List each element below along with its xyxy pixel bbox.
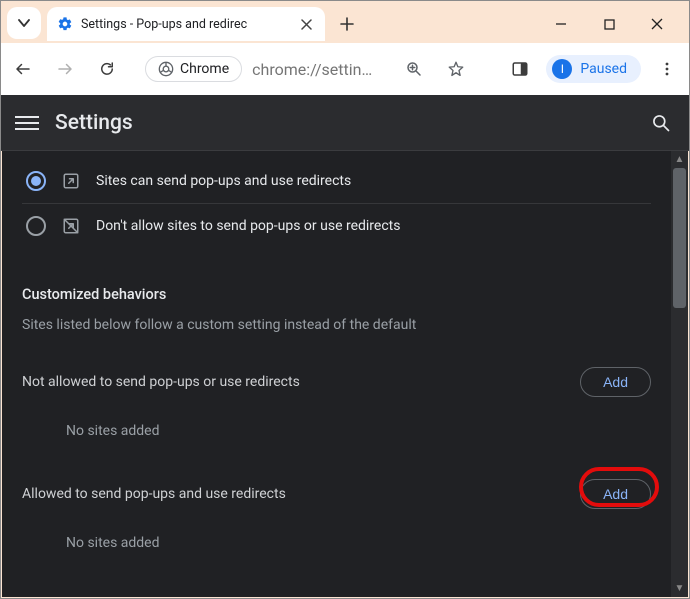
add-allowed-button[interactable]: Add (580, 479, 651, 509)
popup-open-icon (62, 172, 80, 190)
side-panel-button[interactable] (504, 53, 536, 85)
titlebar: Settings - Pop-ups and redirec (1, 1, 689, 43)
not-allowed-row: Not allowed to send pop-ups or use redir… (22, 359, 651, 405)
scroll-down-arrow[interactable]: ▼ (671, 580, 688, 597)
scrollbar[interactable]: ▲ ▼ (671, 151, 688, 597)
tab-search-button[interactable] (7, 7, 41, 39)
settings-search-button[interactable] (647, 109, 675, 137)
radio-icon-selected (26, 171, 46, 191)
settings-viewport: Sites can send pop-ups and use redirects… (2, 151, 688, 597)
add-not-allowed-button[interactable]: Add (580, 367, 651, 397)
browser-toolbar: Chrome chrome://settin… I Paused (1, 43, 689, 95)
chrome-chip-label: Chrome (180, 61, 229, 77)
customized-behaviors-sub: Sites listed below follow a custom setti… (22, 317, 651, 333)
profile-paused-pill[interactable]: I Paused (546, 55, 641, 83)
paused-label: Paused (580, 61, 627, 77)
avatar: I (552, 59, 572, 79)
settings-header: Settings (1, 95, 689, 151)
radio-icon-unselected (26, 216, 46, 236)
scroll-thumb[interactable] (673, 168, 686, 308)
allowed-row: Allowed to send pop-ups and use redirect… (22, 471, 651, 517)
popup-blocked-icon (62, 217, 80, 235)
address-bar-url[interactable]: chrome://settin… (252, 60, 388, 79)
scroll-up-arrow[interactable]: ▲ (671, 151, 688, 168)
window-maximize-button[interactable] (587, 9, 631, 39)
not-allowed-empty: No sites added (22, 405, 651, 457)
forward-button[interactable] (49, 53, 81, 85)
tab-title: Settings - Pop-ups and redirec (81, 17, 297, 32)
window-close-button[interactable] (635, 9, 679, 39)
browser-tab[interactable]: Settings - Pop-ups and redirec (47, 7, 325, 41)
chrome-icon (158, 61, 174, 77)
radio-allow-popups[interactable]: Sites can send pop-ups and use redirects (22, 159, 651, 203)
radio-allow-label: Sites can send pop-ups and use redirects (96, 173, 351, 189)
back-button[interactable] (7, 53, 39, 85)
radio-block-label: Don't allow sites to send pop-ups or use… (96, 218, 400, 234)
gear-icon (57, 16, 73, 32)
customized-behaviors-heading: Customized behaviors (22, 286, 651, 303)
browser-menu-button[interactable] (651, 53, 683, 85)
scroll-track[interactable] (671, 168, 688, 580)
chrome-origin-chip[interactable]: Chrome (145, 56, 242, 82)
page-title: Settings (55, 111, 133, 135)
reload-button[interactable] (91, 53, 123, 85)
tab-close-button[interactable] (297, 15, 315, 33)
allowed-label: Allowed to send pop-ups and use redirect… (22, 486, 286, 502)
radio-block-popups[interactable]: Don't allow sites to send pop-ups or use… (22, 204, 651, 248)
allowed-empty: No sites added (22, 517, 651, 569)
window-minimize-button[interactable] (539, 9, 583, 39)
settings-content: Sites can send pop-ups and use redirects… (2, 151, 671, 597)
zoom-button[interactable] (398, 53, 430, 85)
not-allowed-label: Not allowed to send pop-ups or use redir… (22, 374, 300, 390)
settings-menu-button[interactable] (15, 111, 39, 135)
window-controls (539, 7, 685, 39)
bookmark-button[interactable] (440, 53, 472, 85)
new-tab-button[interactable] (333, 10, 361, 38)
